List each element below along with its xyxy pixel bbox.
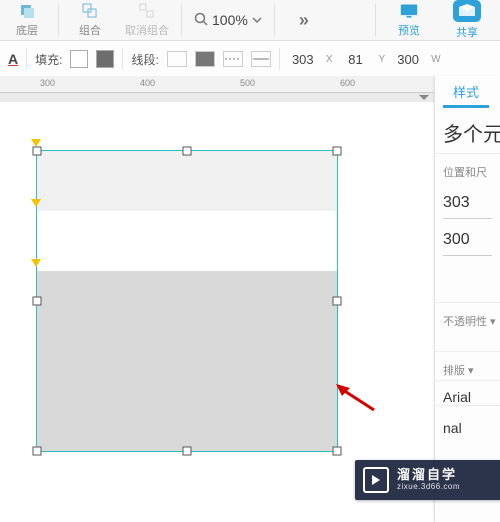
preview-icon bbox=[400, 2, 418, 20]
share-button[interactable]: 共享 bbox=[438, 0, 496, 40]
fill-none-swatch[interactable] bbox=[70, 50, 88, 68]
toolbar-right-actions: 预览 共享 bbox=[380, 0, 500, 40]
toolbar-label: 共享 bbox=[456, 24, 478, 40]
main-toolbar: 底层 组合 取消组合 100% » 预览 bbox=[0, 0, 500, 41]
resize-handle[interactable] bbox=[333, 297, 342, 306]
chevron-down-icon bbox=[252, 12, 262, 28]
annotation-arrow-icon bbox=[336, 384, 376, 412]
fill-label: 填充: bbox=[35, 51, 62, 68]
layer-back-icon bbox=[18, 2, 36, 20]
resize-handle[interactable] bbox=[33, 447, 42, 456]
y-input[interactable]: 81 bbox=[340, 52, 370, 67]
line-style-solid[interactable] bbox=[195, 51, 215, 67]
resize-handle[interactable] bbox=[33, 297, 42, 306]
zoom-icon bbox=[194, 12, 208, 29]
ruler-tick: 300 bbox=[40, 78, 55, 88]
font-family-value[interactable]: Arial bbox=[435, 380, 500, 405]
size-w-input[interactable]: 300 bbox=[443, 225, 492, 256]
share-icon bbox=[453, 0, 481, 22]
chevron-right-double-icon: » bbox=[299, 10, 309, 31]
row-marker-icon bbox=[31, 259, 41, 267]
ungroup-icon bbox=[138, 2, 156, 20]
table-row[interactable] bbox=[37, 271, 337, 332]
row-marker-icon bbox=[31, 199, 41, 207]
toolbar-label: 预览 bbox=[398, 22, 420, 38]
line-style-group bbox=[167, 51, 271, 67]
separator bbox=[279, 48, 280, 70]
spacer: » bbox=[279, 0, 371, 40]
watermark-badge: 溜溜自学 zixue.3d66.com bbox=[355, 460, 500, 500]
properties-bar: A 填充: 线段: 303 X 81 Y 300 W bbox=[0, 41, 500, 78]
zoom-value: 100% bbox=[212, 12, 248, 28]
section-typography-label[interactable]: 排版 ▾ bbox=[435, 351, 500, 380]
resize-handle[interactable] bbox=[183, 147, 192, 156]
input-value: 303 bbox=[443, 194, 492, 212]
separator bbox=[58, 4, 59, 36]
x-label: X bbox=[326, 54, 333, 65]
horizontal-ruler[interactable]: 300 400 500 600 bbox=[0, 76, 435, 93]
w-input[interactable]: 300 bbox=[393, 52, 423, 67]
toolbar-label: 组合 bbox=[79, 22, 101, 38]
y-label: Y bbox=[378, 54, 385, 65]
resize-handle[interactable] bbox=[33, 147, 42, 156]
toolbar-label: 底层 bbox=[16, 22, 38, 38]
w-label: W bbox=[431, 54, 440, 65]
group-button[interactable]: 组合 bbox=[63, 0, 117, 40]
input-value: 300 bbox=[443, 231, 492, 249]
play-icon bbox=[363, 467, 389, 493]
watermark-subtitle: zixue.3d66.com bbox=[397, 483, 460, 492]
group-icon bbox=[81, 2, 99, 20]
selection-bounds[interactable] bbox=[36, 150, 338, 452]
table-row[interactable] bbox=[37, 151, 337, 212]
line-style-none[interactable] bbox=[167, 51, 187, 67]
text-color-button[interactable]: A bbox=[8, 51, 18, 67]
line-style-thin[interactable] bbox=[251, 51, 271, 67]
canvas-area: 300 400 500 600 bbox=[0, 76, 435, 522]
selection-title: 多个元 bbox=[435, 108, 500, 153]
resize-handle[interactable] bbox=[333, 147, 342, 156]
font-weight-value[interactable]: nal bbox=[435, 405, 500, 436]
separator bbox=[26, 48, 27, 70]
separator bbox=[181, 4, 182, 36]
line-label: 线段: bbox=[131, 51, 158, 68]
ruler-tick: 600 bbox=[340, 78, 355, 88]
overflow-button[interactable]: » bbox=[279, 0, 371, 40]
fill-color-swatch[interactable] bbox=[96, 50, 114, 68]
separator bbox=[375, 4, 376, 36]
tab-style[interactable]: 样式 bbox=[443, 76, 489, 108]
table-row[interactable] bbox=[37, 211, 337, 272]
resize-handle[interactable] bbox=[333, 447, 342, 456]
separator bbox=[122, 48, 123, 70]
table-row[interactable] bbox=[37, 331, 337, 392]
preview-button[interactable]: 预览 bbox=[380, 0, 438, 40]
section-position-label[interactable]: 位置和尺 bbox=[435, 153, 500, 182]
ruler-tick: 400 bbox=[140, 78, 155, 88]
zoom-control[interactable]: 100% bbox=[186, 0, 270, 40]
x-input[interactable]: 303 bbox=[288, 52, 318, 67]
send-to-back-button[interactable]: 底层 bbox=[0, 0, 54, 40]
line-style-dashed[interactable] bbox=[223, 51, 243, 67]
section-opacity-label[interactable]: 不透明性 ▾ bbox=[435, 302, 500, 331]
design-canvas[interactable] bbox=[0, 102, 435, 522]
style-panel: 样式 多个元 位置和尺 303 300 不透明性 ▾ 排版 ▾ Arial na… bbox=[434, 76, 500, 522]
ungroup-button[interactable]: 取消组合 bbox=[117, 0, 177, 40]
watermark-title: 溜溜自学 bbox=[397, 468, 460, 482]
table-row[interactable] bbox=[37, 391, 337, 451]
ruler-tick: 500 bbox=[240, 78, 255, 88]
separator bbox=[274, 4, 275, 36]
resize-handle[interactable] bbox=[183, 447, 192, 456]
position-x-input[interactable]: 303 bbox=[443, 188, 492, 219]
toolbar-label: 取消组合 bbox=[125, 22, 169, 38]
